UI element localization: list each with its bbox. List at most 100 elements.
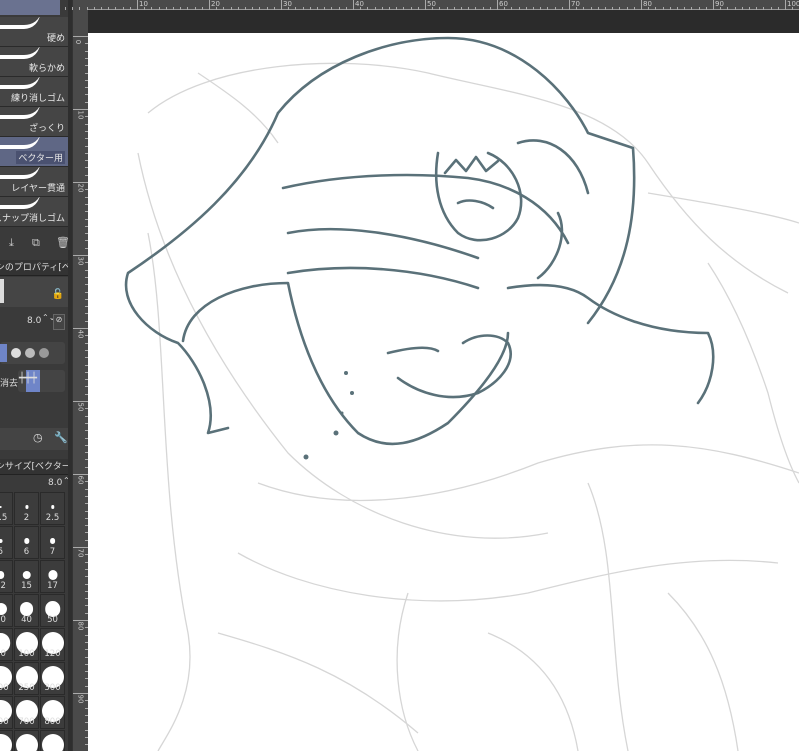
- size-dot-icon: [24, 505, 29, 509]
- pressure-toggle[interactable]: ⊘: [53, 314, 65, 330]
- brush-stroke-preview: [0, 77, 40, 89]
- brush-size-preset[interactable]: 80: [0, 628, 13, 661]
- brush-size-preset[interactable]: 1.5: [0, 492, 13, 525]
- brush-item[interactable]: スナップ消しゴム: [0, 197, 68, 227]
- size-dot-icon: [0, 602, 7, 616]
- size-label: 6: [23, 547, 30, 557]
- size-label: 200: [0, 683, 9, 693]
- size-label: 7: [49, 547, 56, 557]
- size-label: 5: [0, 547, 4, 557]
- ink-drops: [303, 371, 354, 460]
- size-dot-icon: [19, 602, 34, 616]
- duplicate-icon[interactable]: ⧉: [32, 236, 40, 250]
- size-dot-icon: [47, 570, 58, 580]
- brush-item[interactable]: 軟らかめ: [0, 47, 68, 77]
- brush-size-preset[interactable]: 17: [40, 560, 65, 593]
- vertical-ruler: 0 10 20 30 40 50 60 70 80 90: [72, 0, 89, 751]
- brush-size-preset[interactable]: [40, 730, 65, 751]
- brush-item[interactable]: ベクター用: [0, 137, 68, 167]
- brush-size-preset[interactable]: 200: [0, 662, 13, 695]
- ruler-label: 90: [76, 694, 85, 704]
- brush-size-preset[interactable]: 120: [40, 628, 65, 661]
- import-icon[interactable]: ⤓: [9, 236, 14, 250]
- ruler-label: 10: [76, 110, 85, 120]
- brush-size-preset[interactable]: 800: [40, 696, 65, 729]
- size-label: 40: [21, 615, 32, 625]
- brush-item[interactable]: 練り消しゴム: [0, 77, 68, 107]
- size-label: 100: [18, 649, 35, 659]
- erase-label: 消去: [0, 379, 19, 389]
- size-label: 2: [23, 513, 30, 523]
- ruler-label: 30: [76, 256, 85, 266]
- brush-size-preset[interactable]: 2.5: [40, 492, 65, 525]
- size-dot-icon: [41, 734, 64, 751]
- size-label: 15: [21, 581, 32, 591]
- brush-size-preset[interactable]: 50: [40, 594, 65, 627]
- brush-stroke-preview: [0, 17, 40, 29]
- brush-size-preset[interactable]: 30: [0, 594, 13, 627]
- brush-size-preset[interactable]: 300: [40, 662, 65, 695]
- brush-size-preset[interactable]: 12: [0, 560, 13, 593]
- brush-item[interactable]: ざっくり: [0, 107, 68, 137]
- size-label: 600: [0, 717, 9, 727]
- size-dot-icon: [50, 505, 55, 509]
- size-label: 1.5: [0, 513, 8, 523]
- brush-item[interactable]: 硬め: [0, 17, 68, 47]
- brush-size-preset[interactable]: 250: [14, 662, 39, 695]
- brush-item-label: ベクター用: [16, 151, 65, 164]
- brush-stroke-preview: [0, 107, 40, 119]
- brush-size-title: ブラシサイズ[ベクター用: [0, 459, 72, 475]
- brush-size-preset[interactable]: 100: [14, 628, 39, 661]
- panel-header: [0, 0, 60, 15]
- size-dot-icon: [0, 505, 2, 509]
- wrench-icon[interactable]: 🔧: [54, 431, 68, 444]
- brush-stroke-preview: [0, 137, 40, 149]
- ruler-label: 60: [76, 475, 85, 485]
- horizontal-ruler: 10 20 30 40 50 60 70 80 90 100: [65, 0, 799, 10]
- brush-preview: 🔓: [0, 277, 68, 307]
- brush-size-preset[interactable]: 2: [14, 492, 39, 525]
- brush-size-preset[interactable]: 6: [14, 526, 39, 559]
- panel-footer: ◷ 🔧: [0, 428, 68, 450]
- size-dot-icon: [0, 571, 5, 579]
- brush-tip-selector[interactable]: [0, 342, 65, 364]
- brush-item-label: スナップ消しゴム: [0, 214, 65, 224]
- ruler-label: 20: [76, 183, 85, 193]
- size-label: 12: [0, 581, 6, 591]
- brush-size-preset[interactable]: 40: [14, 594, 39, 627]
- artwork: [124, 36, 799, 751]
- reset-icon[interactable]: ◷: [33, 431, 43, 444]
- size-label: 300: [44, 683, 61, 693]
- line-art: [124, 36, 715, 446]
- brush-size-preset[interactable]: [14, 730, 39, 751]
- size-label: 80: [0, 649, 6, 659]
- brush-stroke-preview: [0, 47, 40, 59]
- size-label: 120: [44, 649, 61, 659]
- lock-icon[interactable]: 🔓: [52, 289, 64, 300]
- erase-mode-selector[interactable]: ┿┿┿: [18, 370, 65, 392]
- ruler-label: 50: [76, 402, 85, 412]
- brush-size-preset[interactable]: 700: [14, 696, 39, 729]
- brush-item-label: 練り消しゴム: [10, 94, 65, 104]
- brush-size-preset[interactable]: [0, 730, 13, 751]
- brush-size-preset[interactable]: 5: [0, 526, 13, 559]
- ruler-label: 80: [76, 621, 85, 631]
- brush-item[interactable]: レイヤー貫通: [0, 167, 68, 197]
- brush-size-preset[interactable]: 15: [14, 560, 39, 593]
- brush-size-preset[interactable]: 7: [40, 526, 65, 559]
- brush-property-title: ブラシのプロパティ[ベクタ: [0, 260, 72, 276]
- brush-size-preset[interactable]: 600: [0, 696, 13, 729]
- size-label: 30: [0, 615, 6, 625]
- brush-size-value[interactable]: 8.0: [27, 316, 41, 326]
- brush-size-input[interactable]: 8.0: [48, 478, 62, 488]
- size-label: 700: [18, 717, 35, 727]
- ruler-label: 40: [76, 329, 85, 339]
- brush-item-label: レイヤー貫通: [11, 184, 65, 194]
- size-label: 17: [47, 581, 58, 591]
- ruler-label: 70: [76, 548, 85, 558]
- size-label: 800: [44, 717, 61, 727]
- drawing-canvas[interactable]: [88, 33, 799, 751]
- size-dot-icon: [0, 538, 3, 544]
- ruler-label: 0: [74, 39, 83, 45]
- size-dot-icon: [0, 734, 12, 751]
